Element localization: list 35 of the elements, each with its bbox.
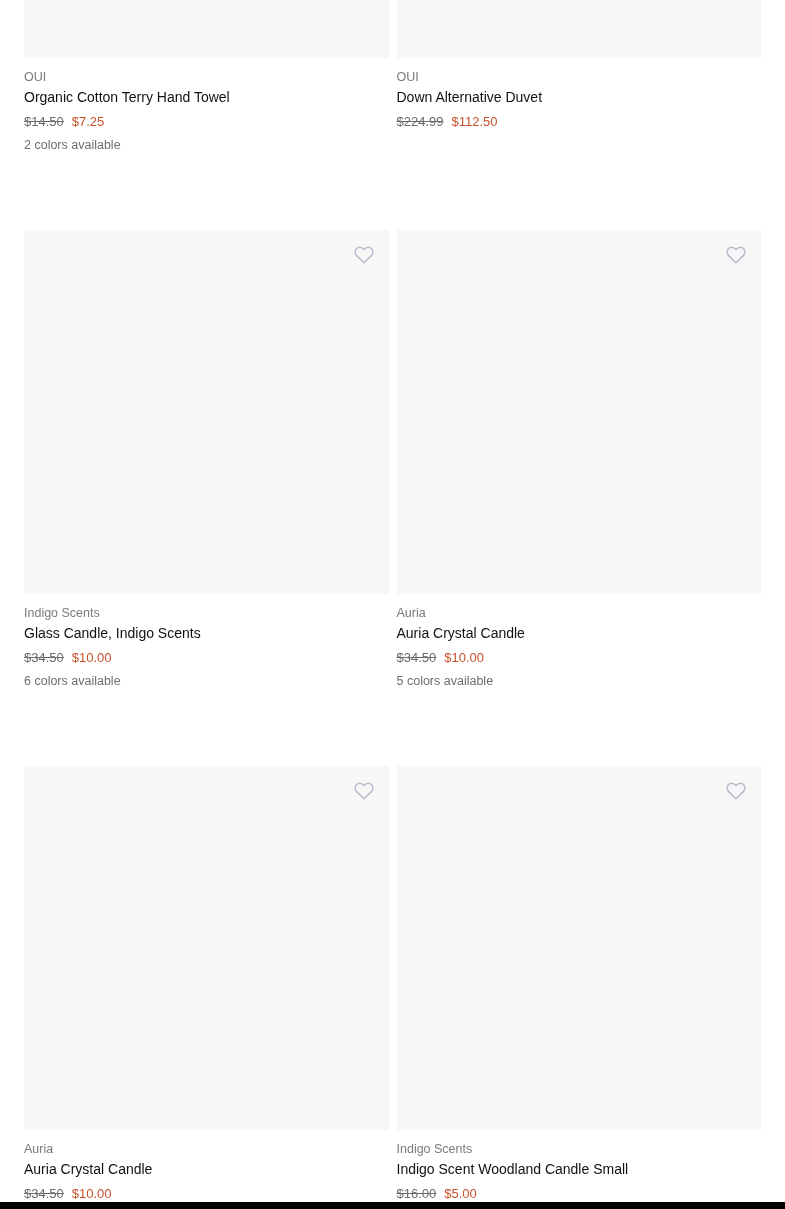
brand-name: Indigo Scents (396, 1141, 473, 1158)
colors-available: 6 colors available (24, 673, 121, 690)
brand-name: Auria (396, 605, 426, 622)
brand-name: Indigo Scents (24, 605, 100, 622)
sale-price: $112.50 (451, 114, 498, 130)
heart-icon[interactable] (726, 782, 746, 800)
sale-price: $5.00 (444, 1186, 477, 1202)
original-price: $34.50 (24, 1186, 64, 1202)
product-title[interactable]: Auria Crystal Candle (24, 1158, 153, 1180)
original-price: $16.00 (396, 1186, 437, 1202)
heart-icon[interactable] (353, 246, 374, 264)
heart-icon[interactable] (353, 782, 374, 800)
colors-available: 2 colors available (24, 137, 121, 154)
colors-available: 5 colors available (396, 673, 494, 690)
original-price: $34.50 (24, 650, 64, 666)
photo-placeholder[interactable] (396, 766, 761, 1130)
photo-placeholder[interactable] (24, 766, 389, 1130)
product-title[interactable]: Auria Crystal Candle (396, 622, 525, 644)
brand-name: Auria (24, 1141, 54, 1158)
original-price: $224.99 (396, 114, 444, 130)
product-title[interactable]: Indigo Scent Woodland Candle Small (396, 1158, 629, 1180)
sale-price: $10.00 (71, 650, 112, 666)
product-title[interactable]: Organic Cotton Terry Hand Towel (24, 86, 230, 108)
brand-name: OUI (396, 69, 419, 86)
sale-price: $10.00 (71, 1186, 112, 1202)
photo-placeholder[interactable] (24, 230, 389, 594)
heart-icon[interactable] (726, 246, 746, 264)
sale-price: $10.00 (444, 650, 485, 666)
original-price: $34.50 (396, 650, 437, 666)
sale-price: $7.25 (71, 114, 105, 130)
brand-name: OUI (24, 69, 47, 86)
photo-placeholder[interactable] (396, 230, 761, 594)
product-title[interactable]: Glass Candle, Indigo Scents (24, 622, 201, 644)
product-title[interactable]: Down Alternative Duvet (396, 86, 543, 108)
original-price: $14.50 (24, 114, 64, 130)
